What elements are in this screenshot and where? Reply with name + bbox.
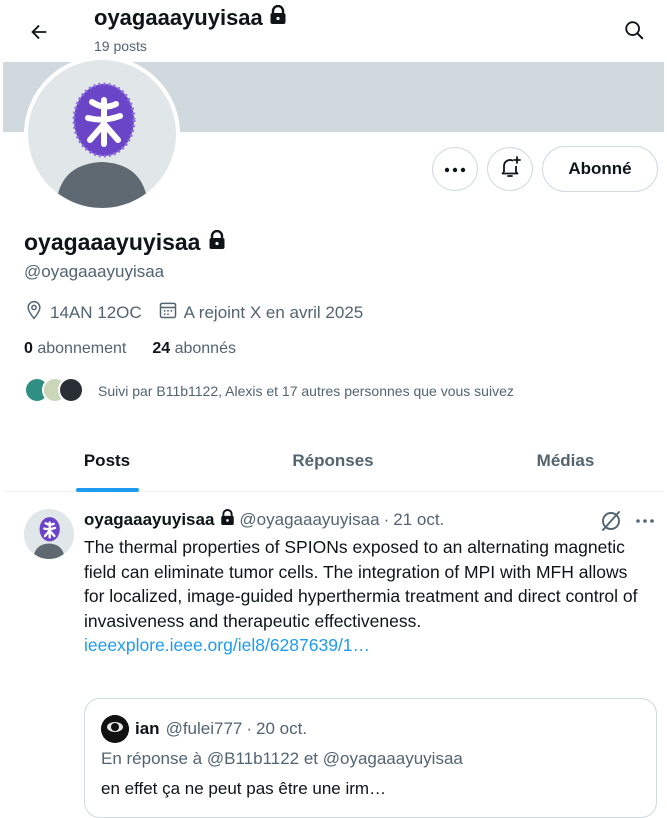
post-header: oyagaaayuyisaa @oyagaaayuyisaa · 21 oct. [84, 509, 444, 531]
followed-by-row[interactable]: Suivi par B11b1122, Alexis et 17 autres … [24, 377, 514, 405]
follow-stats: 0 abonnement 24 abonnés [24, 340, 236, 358]
tab-posts[interactable]: Posts [3, 430, 211, 492]
tab-replies[interactable]: Réponses [223, 430, 443, 492]
grok-icon[interactable] [599, 509, 623, 533]
back-arrow-icon[interactable] [21, 14, 57, 50]
post-separator: · [383, 510, 390, 529]
profile-page: oyagaaayuyisaa 19 posts Abonné oyagaaayu… [3, 0, 664, 818]
quoted-separator: · [246, 719, 253, 738]
active-tab-indicator [76, 488, 139, 492]
quoted-date: 20 oct. [256, 719, 308, 738]
quoted-author-handle: @fulei777 [165, 719, 243, 738]
profile-avatar[interactable] [24, 56, 180, 212]
joined-item: A rejoint X en avril 2025 [158, 300, 364, 325]
followed-by-avatars [24, 377, 86, 405]
quoted-post-header: ian @fulei777 · 20 oct. [101, 715, 307, 743]
more-dots-icon [444, 160, 466, 178]
following-link[interactable]: 0 abonnement [24, 340, 126, 358]
post-body: The thermal properties of SPIONs exposed… [84, 535, 644, 658]
post-author-name[interactable]: oyagaaayuyisaa [84, 510, 214, 530]
followers-link[interactable]: 24 abonnés [152, 340, 236, 358]
posts-count: 19 posts [94, 38, 147, 54]
quoted-post[interactable]: ian @fulei777 · 20 oct. En réponse à @B1… [84, 698, 657, 818]
followers-label: abonnés [174, 340, 236, 357]
profile-handle: @oyagaaayuyisaa [24, 262, 165, 281]
post-link[interactable]: ieeexplore.ieee.org/iel8/6287639/1… [84, 633, 644, 658]
following-count: 0 [24, 340, 33, 357]
quoted-reply-to: En réponse à @B11b1122 et @oyagaaayuyisa… [101, 749, 463, 768]
lock-icon [269, 4, 287, 31]
post-more-icon[interactable] [633, 509, 657, 533]
location-pin-icon [24, 300, 44, 325]
post-date[interactable]: 21 oct. [393, 510, 444, 530]
joined-text: A rejoint X en avril 2025 [183, 302, 364, 322]
top-bar: oyagaaayuyisaa 19 posts [3, 0, 664, 62]
quoted-author-name: ian [135, 719, 160, 738]
followers-count: 24 [152, 340, 171, 357]
quoted-text: en effet ça ne peut pas être une irm… [101, 779, 387, 798]
search-icon[interactable] [619, 15, 649, 45]
avatar [58, 377, 84, 403]
profile-tabs: Posts Réponses Médias [3, 430, 664, 492]
profile-display-name: oyagaaayuyisaa [24, 229, 201, 255]
profile-meta: 14AN 12OC A rejoint X en avril 2025 [24, 300, 379, 325]
post-avatar[interactable] [24, 509, 74, 559]
location-text: 14AN 12OC [50, 302, 142, 322]
post-text: The thermal properties of SPIONs exposed… [84, 537, 638, 631]
tab-media[interactable]: Médias [463, 430, 664, 492]
following-button[interactable]: Abonné [542, 146, 658, 192]
header-display-name: oyagaaayuyisaa [94, 5, 263, 30]
calendar-icon [158, 300, 178, 325]
lock-icon [220, 509, 235, 531]
location-item: 14AN 12OC [24, 300, 142, 325]
bell-plus-icon [498, 155, 522, 184]
notifications-button[interactable] [487, 147, 533, 191]
header-title: oyagaaayuyisaa [94, 4, 287, 31]
following-label: abonnement [37, 340, 127, 357]
profile-name: oyagaaayuyisaa [24, 229, 226, 256]
post-author-handle[interactable]: @oyagaaayuyisaa [239, 510, 379, 530]
more-options-button[interactable] [432, 147, 478, 191]
avatar [101, 715, 129, 743]
lock-icon [208, 229, 226, 256]
followed-by-text: Suivi par B11b1122, Alexis et 17 autres … [98, 383, 514, 399]
